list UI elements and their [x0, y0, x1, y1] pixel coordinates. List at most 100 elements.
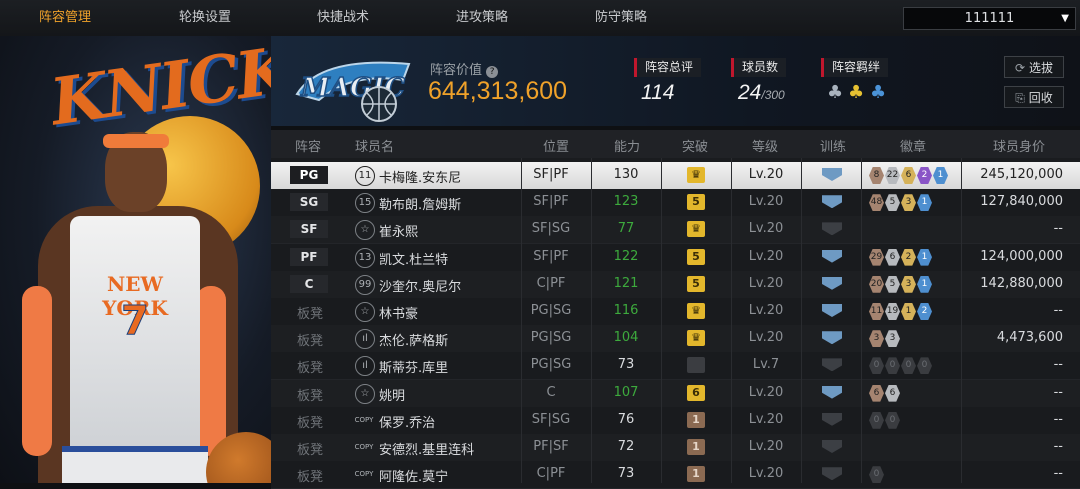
overall-label: 阵容总评: [634, 58, 702, 77]
player-number-icon: ☆: [355, 383, 375, 404]
player-name[interactable]: 沙奎尔.奥尼尔: [379, 276, 461, 295]
badge-icon: 48: [869, 194, 884, 212]
table-row[interactable]: 板凳 ıl 杰伦.萨格斯 PG|SG 104 ♛ Lv.20 3 3 4,473,600: [271, 325, 1080, 354]
training-shield-icon[interactable]: [822, 195, 842, 209]
training-shield-icon[interactable]: [822, 358, 842, 372]
badge-list[interactable]: 33: [869, 329, 901, 348]
slot-bench: 板凳: [297, 388, 324, 404]
player-value: 142,880,000: [980, 275, 1063, 291]
tab-defense[interactable]: 防守策略: [556, 0, 686, 36]
badge-icon: 1: [933, 167, 948, 184]
player-count-max: /300: [761, 88, 785, 102]
badge-list[interactable]: 0000: [869, 356, 933, 375]
table-row[interactable]: PF 13 凯文.杜兰特 SF|PF 122 5 Lv.20 29 6 2 1 124,000,000: [271, 243, 1080, 272]
badge-icon: 0: [917, 357, 932, 375]
player-ability: 76: [617, 411, 635, 427]
player-name[interactable]: 林书豪: [379, 303, 418, 322]
training-shield-icon[interactable]: [822, 304, 842, 317]
table-row[interactable]: 板凳 ☆ 姚明 C 107 6 Lv.20 6 6 --: [271, 379, 1080, 408]
training-shield-icon[interactable]: [822, 440, 842, 453]
badge-icon: 19: [885, 303, 900, 320]
right-sleeve: [196, 286, 226, 456]
slot-bench: 板凳: [297, 361, 324, 377]
player-name[interactable]: 杰伦.萨格斯: [379, 330, 448, 349]
table-row[interactable]: 板凳 COPY 阿隆佐.莫宁 C|PF 73 1 Lv.20 0 --: [271, 461, 1080, 489]
player-name[interactable]: 崔永熙: [379, 221, 418, 240]
badge-icon: 1: [917, 248, 932, 266]
bond-icon-gold[interactable]: ♣: [848, 82, 864, 103]
badge-list[interactable]: 00: [869, 411, 901, 429]
player-ability: 77: [617, 221, 635, 237]
table-row[interactable]: SG 15 勒布朗.詹姆斯 SF|PF 123 5 Lv.20 48 5 3 1 127,840,00…: [271, 189, 1080, 218]
player-value: --: [1053, 411, 1063, 427]
table-row[interactable]: C 99 沙奎尔.奥尼尔 C|PF 121 5 Lv.20 20 5 3 1 142,880,000: [271, 270, 1080, 299]
player-name[interactable]: 保罗.乔治: [379, 412, 435, 431]
training-shield-icon[interactable]: [822, 276, 842, 290]
table-row[interactable]: 板凳 ☆ 林书豪 PG|SG 116 ♛ Lv.20 11 19 1 2 --: [271, 298, 1080, 326]
col-slot: 阵容: [295, 140, 322, 155]
player-name[interactable]: 姚明: [379, 385, 405, 404]
player-position: PF|SF: [533, 439, 569, 454]
player-name[interactable]: 卡梅隆.安东尼: [379, 167, 461, 186]
team-logo: MAGIC: [295, 61, 411, 122]
table-row[interactable]: 板凳 ıl 斯蒂芬.库里 PG|SG 73 Lv.7 0 0 0 0 --: [271, 352, 1080, 381]
badge-icon: 3: [869, 330, 884, 348]
badge-list[interactable]: 11 19 1 2: [869, 302, 933, 320]
player-value: --: [1053, 303, 1063, 318]
player-ability: 73: [617, 466, 635, 482]
badge-icon: 0: [901, 357, 916, 375]
player-name[interactable]: 阿隆佐.莫宁: [379, 466, 448, 485]
player-position: PG|SG: [530, 330, 572, 346]
badge-list[interactable]: 29 6 2 1: [869, 248, 933, 266]
select-button[interactable]: ⟳ 选拔: [1004, 56, 1064, 78]
tab-offense[interactable]: 进攻策略: [417, 0, 547, 36]
breakthrough-empty-icon: [687, 357, 705, 374]
slot-badge: C: [290, 274, 328, 293]
breakthrough-level: 1: [687, 411, 705, 428]
training-shield-icon[interactable]: [822, 331, 842, 345]
badge-list[interactable]: 48 5 3 1: [869, 193, 933, 212]
player-level: Lv.20: [748, 384, 784, 400]
tab-lineup[interactable]: 阵容管理: [0, 0, 130, 38]
select-button-label: 选拔: [1029, 61, 1054, 75]
training-shield-icon[interactable]: [822, 385, 842, 399]
training-shield-icon[interactable]: [822, 222, 842, 236]
badge-list[interactable]: 8 22 6 2 1: [869, 166, 949, 184]
table-row[interactable]: 板凳 COPY 保罗.乔治 SF|SG 76 1 Lv.20 0 0 --: [271, 406, 1080, 435]
badge-list[interactable]: 66: [869, 384, 901, 402]
tab-quick-tactics[interactable]: 快捷战术: [278, 0, 408, 36]
column-divider: [861, 158, 862, 483]
copy-icon: COPY: [354, 470, 374, 479]
badge-icon: 2: [917, 167, 932, 184]
bond-icon-blue[interactable]: ♣: [870, 82, 886, 103]
player-name[interactable]: 斯蒂芬.库里: [379, 357, 448, 376]
badge-icon: 3: [885, 330, 900, 348]
bond-icon-silver[interactable]: ♣: [827, 82, 843, 103]
column-divider: [961, 158, 962, 483]
table-row[interactable]: PG 11 卡梅隆.安东尼 SF|PF 130 ♛ Lv.20 8 22 6 2 1 245,120,0…: [271, 162, 1080, 190]
training-shield-icon[interactable]: [822, 412, 842, 426]
slot-badge: PG: [290, 166, 328, 184]
recycle-button[interactable]: ⎘ 回收: [1004, 86, 1064, 108]
player-portrait: KNICKS NEW YORK 7: [0, 36, 271, 483]
table-row[interactable]: SF ☆ 崔永熙 SF|SG 77 ♛ Lv.20 --: [271, 216, 1080, 245]
player-value: 245,120,000: [980, 167, 1063, 182]
training-shield-icon[interactable]: [822, 168, 842, 181]
player-position: SF|PF: [533, 167, 569, 182]
table-row[interactable]: 板凳 COPY 安德烈.基里连科 PF|SF 72 1 Lv.20 --: [271, 434, 1080, 462]
crown-icon: ♛: [687, 303, 705, 319]
training-shield-icon[interactable]: [822, 467, 842, 481]
player-name[interactable]: 安德烈.基里连科: [379, 439, 474, 458]
tab-rotation[interactable]: 轮换设置: [140, 0, 270, 36]
player-name[interactable]: 凯文.杜兰特: [379, 249, 448, 268]
col-training: 训练: [820, 140, 847, 155]
player-name[interactable]: 勒布朗.詹姆斯: [379, 194, 461, 213]
badge-list[interactable]: 20 5 3 1: [869, 275, 933, 293]
copy-icon: COPY: [354, 415, 374, 424]
col-position: 位置: [543, 140, 570, 155]
col-badges: 徽章: [900, 140, 927, 155]
training-shield-icon[interactable]: [822, 249, 842, 263]
badge-icon: 6: [901, 167, 916, 184]
badge-list[interactable]: 0: [869, 465, 885, 484]
account-dropdown[interactable]: 111111 ▼: [903, 7, 1076, 30]
